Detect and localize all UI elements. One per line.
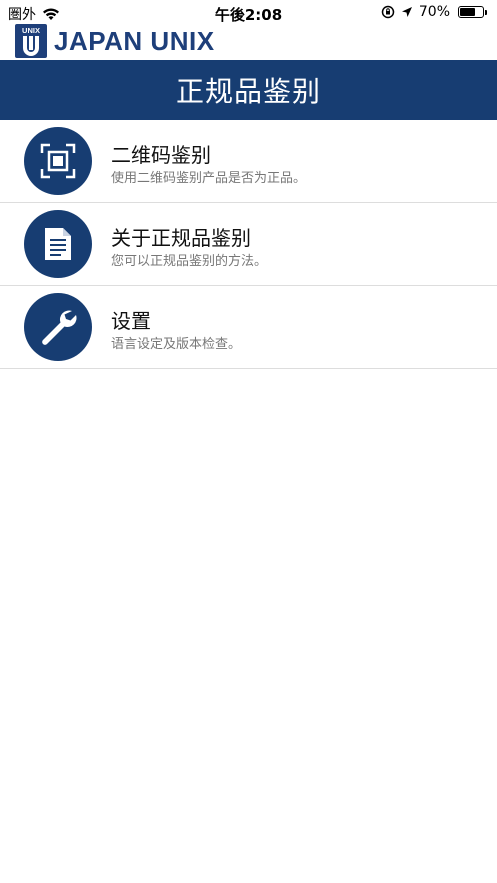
status-right: 70% [375,4,487,20]
menu-item-subtitle: 使用二维码鉴别产品是否为正品。 [111,171,307,186]
battery-cap [485,9,487,15]
menu-item-title: 二维码鉴别 [111,143,211,167]
japan-unix-logo-mark: UNIX [15,24,47,58]
menu-icon-circle [24,293,92,361]
menu-icon-circle [24,210,92,278]
menu-item-about-verification[interactable]: 关于正规品鉴别 您可以正规品鉴别的方法。 [0,203,497,286]
wrench-icon [42,310,77,345]
menu-item-subtitle: 语言设定及版本检查。 [111,337,242,352]
menu-list: 二维码鉴别 使用二维码鉴别产品是否为正品。 关于正规品鉴别 您可以正规品鉴别的方… [0,120,497,369]
qr-scan-icon [40,143,76,179]
menu-item-title: 关于正规品鉴别 [111,226,251,250]
orientation-lock-icon [381,5,395,19]
logo-bar: UNIX JAPAN UNIX [0,22,497,60]
menu-item-title: 设置 [111,309,151,333]
battery-fill [460,8,475,16]
page-title: 正规品鉴别 [175,75,321,108]
menu-item-subtitle: 您可以正规品鉴别的方法。 [111,254,268,269]
location-arrow-icon [401,7,412,17]
svg-text:UNIX: UNIX [22,26,40,35]
battery-indicator [454,6,487,18]
menu-item-qr-verify[interactable]: 二维码鉴别 使用二维码鉴别产品是否为正品。 [0,120,497,203]
title-bar: 正规品鉴别 [0,60,497,120]
menu-icon-circle [24,127,92,195]
brand-name: JAPAN UNIX [54,26,215,56]
menu-item-settings[interactable]: 设置 语言设定及版本检查。 [0,286,497,369]
battery-percent: 70% [418,4,450,20]
document-icon [45,228,71,260]
battery-icon [458,6,484,18]
